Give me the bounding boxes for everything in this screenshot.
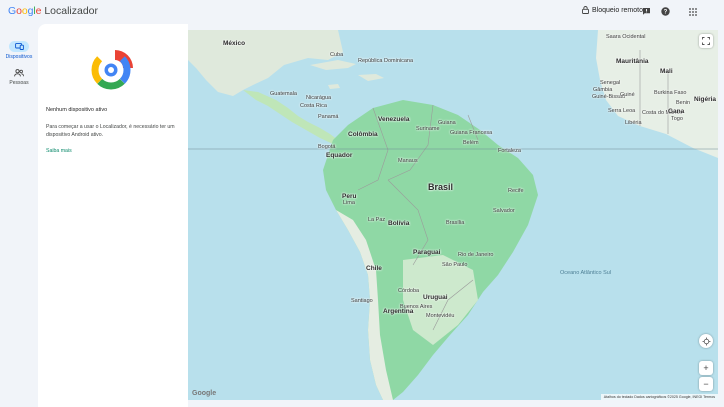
label-santiago: Santiago [351,298,373,304]
map-canvas [188,30,718,400]
label-brasil: Brasil [428,182,454,192]
devices-icon [9,41,29,52]
label-venezuela: Venezuela [378,116,410,123]
label-peru: Peru [342,193,357,200]
label-salvador: Salvador [493,208,515,214]
label-bogota: Bogotá [318,144,336,150]
label-lima: Lima [343,200,355,206]
label-montevideu: Montevidéu [426,313,455,319]
label-guiana-francesa: Guiana Francesa [450,130,493,136]
label-mali: Mali [660,68,673,75]
label-chile: Chile [366,265,382,272]
rail-label-devices: Dispositivos [5,54,33,60]
apps-grid-icon[interactable] [689,8,697,16]
find-hub-logo [90,46,136,97]
north-america-land [188,30,343,96]
label-cuba: Cuba [330,52,344,58]
google-map-logo: Google [192,390,217,397]
label-guiana: Guiana [438,120,456,126]
zoom-in-button[interactable]: + [699,361,713,375]
cuba-island [310,60,356,70]
jamaica-island [328,84,340,89]
remote-lock-label: Bloqueio remoto [592,6,643,14]
label-panama: Panamá [318,114,339,120]
zoom-out-button[interactable]: − [699,377,713,391]
label-recife: Recife [508,188,524,194]
brand-google: Google [8,5,42,17]
fullscreen-button[interactable] [699,34,713,48]
feedback-icon[interactable] [642,7,651,16]
label-fortaleza: Fortaleza [498,148,521,154]
hispaniola-island [358,74,384,81]
map-attribution[interactable]: Atalhos do teclado Dados cartográficos ©… [600,394,718,400]
people-icon [9,67,29,78]
label-atlantico-sul: Oceano Atlântico Sul [560,270,612,276]
rail-item-devices[interactable]: Dispositivos [2,41,36,60]
label-argentina: Argentina [383,308,414,315]
label-mexico: México [223,40,246,47]
label-nigeria: Nigéria [694,96,717,103]
brand-product: Localizador [44,5,99,17]
rail-item-people[interactable]: Pessoas [2,67,36,86]
label-republica-dominicana: República Dominicana [358,58,414,64]
empty-state-title: Nenhum dispositivo ativo [46,107,108,113]
fullscreen-icon [702,37,710,45]
label-rio-de-janeiro: Rio de Janeiro [458,252,494,258]
top-bar: Google Localizador Bloqueio remoto ? [0,0,724,24]
label-burkina-faso: Burkina Faso [654,90,687,96]
label-nicaragua: Nicarágua [306,95,332,101]
label-suriname: Suriname [416,126,440,132]
device-panel: Nenhum dispositivo ativo Para começar a … [38,24,188,407]
remote-lock-button[interactable]: Bloqueio remoto [582,6,643,14]
label-sao-paulo: São Paulo [442,262,468,268]
label-serra-leoa: Serra Leoa [608,108,636,114]
label-saara-ocidental: Saara Ocidental [606,34,646,40]
label-cordoba: Córdoba [398,288,420,294]
label-paraguai: Paraguai [413,249,441,256]
label-costa-rica: Costa Rica [300,103,327,109]
help-icon[interactable]: ? [661,7,670,16]
label-benin: Benin [676,100,691,106]
label-uruguai: Uruguai [423,294,448,301]
label-bolivia: Bolívia [388,220,410,227]
app-logo[interactable]: Google Localizador [8,5,98,17]
label-equador: Equador [326,152,353,159]
label-manaus: Manaus [398,158,418,164]
label-senegal: Senegal [600,80,621,86]
navigation-rail: Dispositivos Pessoas [0,24,38,407]
label-gambia: Gâmbia [593,87,613,93]
learn-more-link[interactable]: Saiba mais [46,148,72,154]
label-liberia: Libéria [625,120,642,126]
my-location-icon [702,337,711,346]
rail-label-people: Pessoas [9,80,29,86]
label-guatemala: Guatemala [270,91,297,97]
svg-text:?: ? [664,10,668,16]
map-view[interactable]: México Cuba República Dominicana Guatema… [188,30,718,400]
lock-icon [582,6,589,14]
label-togo: Togo [671,116,683,122]
empty-state-description: Para começar a usar o Localizador, é nec… [46,124,175,138]
label-mauritania: Mauritânia [616,58,649,65]
label-gana: Gana [668,108,685,115]
label-belem: Belém [463,140,479,146]
label-brasilia: Brasília [446,220,465,226]
label-la-paz: La Paz [368,217,386,223]
label-guine: Guiné [620,92,635,98]
label-colombia: Colômbia [348,131,378,138]
my-location-button[interactable] [699,334,713,348]
